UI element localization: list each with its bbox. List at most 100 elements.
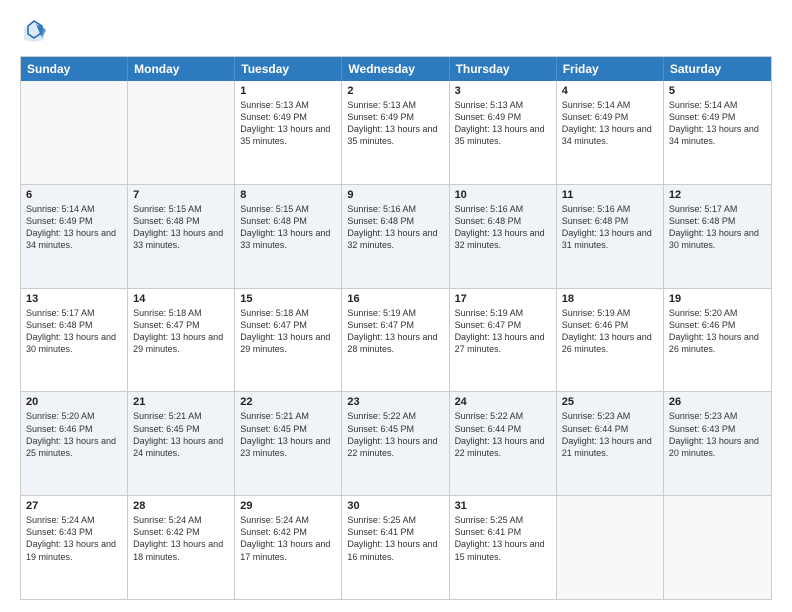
day-number: 4 — [562, 85, 658, 97]
calendar-cell-3-4: 24 Sunrise: 5:22 AM Sunset: 6:44 PM Dayli… — [450, 392, 557, 495]
cell-info: Sunrise: 5:24 AM Sunset: 6:42 PM Dayligh… — [133, 514, 229, 563]
calendar-row-0: 1 Sunrise: 5:13 AM Sunset: 6:49 PM Daylig… — [21, 81, 771, 184]
header-day-thursday: Thursday — [450, 57, 557, 81]
calendar-cell-2-1: 14 Sunrise: 5:18 AM Sunset: 6:47 PM Dayli… — [128, 289, 235, 392]
cell-info: Sunrise: 5:14 AM Sunset: 6:49 PM Dayligh… — [26, 203, 122, 252]
day-number: 7 — [133, 189, 229, 201]
day-number: 19 — [669, 293, 766, 305]
calendar-cell-3-5: 25 Sunrise: 5:23 AM Sunset: 6:44 PM Dayli… — [557, 392, 664, 495]
calendar-cell-1-6: 12 Sunrise: 5:17 AM Sunset: 6:48 PM Dayli… — [664, 185, 771, 288]
cell-info: Sunrise: 5:21 AM Sunset: 6:45 PM Dayligh… — [133, 410, 229, 459]
calendar-cell-3-3: 23Sunrise: 5:22 AM Sunset: 6:45 PM Dayli… — [342, 392, 449, 495]
cell-info: Sunrise: 5:19 AM Sunset: 6:47 PM Dayligh… — [347, 307, 443, 356]
cell-info: Sunrise: 5:18 AM Sunset: 6:47 PM Dayligh… — [133, 307, 229, 356]
calendar-cell-2-5: 18Sunrise: 5:19 AM Sunset: 6:46 PM Dayli… — [557, 289, 664, 392]
day-number: 24 — [455, 396, 551, 408]
day-number: 2 — [347, 85, 443, 97]
page: SundayMondayTuesdayWednesdayThursdayFrid… — [0, 0, 792, 612]
day-number: 31 — [455, 500, 551, 512]
calendar-cell-0-0 — [21, 81, 128, 184]
calendar-cell-0-1 — [128, 81, 235, 184]
day-number: 23 — [347, 396, 443, 408]
cell-info: Sunrise: 5:16 AM Sunset: 6:48 PM Dayligh… — [455, 203, 551, 252]
cell-info: Sunrise: 5:13 AM Sunset: 6:49 PM Dayligh… — [240, 99, 336, 148]
calendar-body: 1 Sunrise: 5:13 AM Sunset: 6:49 PM Daylig… — [21, 81, 771, 599]
calendar-cell-1-4: 10 Sunrise: 5:16 AM Sunset: 6:48 PM Dayli… — [450, 185, 557, 288]
calendar-cell-4-3: 30Sunrise: 5:25 AM Sunset: 6:41 PM Dayli… — [342, 496, 449, 599]
day-number: 25 — [562, 396, 658, 408]
header-day-tuesday: Tuesday — [235, 57, 342, 81]
calendar-cell-0-6: 5 Sunrise: 5:14 AM Sunset: 6:49 PM Daylig… — [664, 81, 771, 184]
day-number: 26 — [669, 396, 766, 408]
cell-info: Sunrise: 5:17 AM Sunset: 6:48 PM Dayligh… — [26, 307, 122, 356]
day-number: 17 — [455, 293, 551, 305]
day-number: 1 — [240, 85, 336, 97]
cell-info: Sunrise: 5:24 AM Sunset: 6:42 PM Dayligh… — [240, 514, 336, 563]
cell-info: Sunrise: 5:14 AM Sunset: 6:49 PM Dayligh… — [562, 99, 658, 148]
day-number: 9 — [347, 189, 443, 201]
cell-info: Sunrise: 5:16 AM Sunset: 6:48 PM Dayligh… — [562, 203, 658, 252]
day-number: 11 — [562, 189, 658, 201]
calendar-cell-3-6: 26 Sunrise: 5:23 AM Sunset: 6:43 PM Dayli… — [664, 392, 771, 495]
calendar-cell-4-1: 28Sunrise: 5:24 AM Sunset: 6:42 PM Dayli… — [128, 496, 235, 599]
calendar-cell-3-2: 22 Sunrise: 5:21 AM Sunset: 6:45 PM Dayli… — [235, 392, 342, 495]
day-number: 18 — [562, 293, 658, 305]
cell-info: Sunrise: 5:13 AM Sunset: 6:49 PM Dayligh… — [347, 99, 443, 148]
header-day-sunday: Sunday — [21, 57, 128, 81]
day-number: 3 — [455, 85, 551, 97]
day-number: 27 — [26, 500, 122, 512]
logo — [20, 18, 52, 46]
calendar-cell-1-3: 9Sunrise: 5:16 AM Sunset: 6:48 PM Daylig… — [342, 185, 449, 288]
header-day-monday: Monday — [128, 57, 235, 81]
cell-info: Sunrise: 5:19 AM Sunset: 6:47 PM Dayligh… — [455, 307, 551, 356]
cell-info: Sunrise: 5:25 AM Sunset: 6:41 PM Dayligh… — [455, 514, 551, 563]
calendar-cell-4-4: 31 Sunrise: 5:25 AM Sunset: 6:41 PM Dayli… — [450, 496, 557, 599]
cell-info: Sunrise: 5:20 AM Sunset: 6:46 PM Dayligh… — [26, 410, 122, 459]
cell-info: Sunrise: 5:20 AM Sunset: 6:46 PM Dayligh… — [669, 307, 766, 356]
cell-info: Sunrise: 5:22 AM Sunset: 6:44 PM Dayligh… — [455, 410, 551, 459]
cell-info: Sunrise: 5:17 AM Sunset: 6:48 PM Dayligh… — [669, 203, 766, 252]
day-number: 13 — [26, 293, 122, 305]
calendar-cell-1-1: 7 Sunrise: 5:15 AM Sunset: 6:48 PM Daylig… — [128, 185, 235, 288]
cell-info: Sunrise: 5:21 AM Sunset: 6:45 PM Dayligh… — [240, 410, 336, 459]
cell-info: Sunrise: 5:15 AM Sunset: 6:48 PM Dayligh… — [133, 203, 229, 252]
day-number: 10 — [455, 189, 551, 201]
calendar-cell-0-5: 4 Sunrise: 5:14 AM Sunset: 6:49 PM Daylig… — [557, 81, 664, 184]
calendar-cell-2-0: 13 Sunrise: 5:17 AM Sunset: 6:48 PM Dayli… — [21, 289, 128, 392]
calendar-header: SundayMondayTuesdayWednesdayThursdayFrid… — [21, 57, 771, 81]
calendar-cell-4-6 — [664, 496, 771, 599]
cell-info: Sunrise: 5:13 AM Sunset: 6:49 PM Dayligh… — [455, 99, 551, 148]
cell-info: Sunrise: 5:23 AM Sunset: 6:43 PM Dayligh… — [669, 410, 766, 459]
calendar-row-2: 13 Sunrise: 5:17 AM Sunset: 6:48 PM Dayli… — [21, 288, 771, 392]
cell-info: Sunrise: 5:14 AM Sunset: 6:49 PM Dayligh… — [669, 99, 766, 148]
calendar-row-4: 27Sunrise: 5:24 AM Sunset: 6:43 PM Dayli… — [21, 495, 771, 599]
cell-info: Sunrise: 5:18 AM Sunset: 6:47 PM Dayligh… — [240, 307, 336, 356]
header-day-saturday: Saturday — [664, 57, 771, 81]
calendar: SundayMondayTuesdayWednesdayThursdayFrid… — [20, 56, 772, 600]
day-number: 5 — [669, 85, 766, 97]
day-number: 21 — [133, 396, 229, 408]
day-number: 16 — [347, 293, 443, 305]
day-number: 22 — [240, 396, 336, 408]
day-number: 8 — [240, 189, 336, 201]
calendar-cell-3-0: 20 Sunrise: 5:20 AM Sunset: 6:46 PM Dayli… — [21, 392, 128, 495]
day-number: 29 — [240, 500, 336, 512]
calendar-row-3: 20 Sunrise: 5:20 AM Sunset: 6:46 PM Dayli… — [21, 391, 771, 495]
cell-info: Sunrise: 5:23 AM Sunset: 6:44 PM Dayligh… — [562, 410, 658, 459]
calendar-cell-4-0: 27Sunrise: 5:24 AM Sunset: 6:43 PM Dayli… — [21, 496, 128, 599]
calendar-cell-1-2: 8Sunrise: 5:15 AM Sunset: 6:48 PM Daylig… — [235, 185, 342, 288]
calendar-cell-1-5: 11 Sunrise: 5:16 AM Sunset: 6:48 PM Dayli… — [557, 185, 664, 288]
calendar-cell-2-3: 16 Sunrise: 5:19 AM Sunset: 6:47 PM Dayli… — [342, 289, 449, 392]
calendar-cell-1-0: 6 Sunrise: 5:14 AM Sunset: 6:49 PM Daylig… — [21, 185, 128, 288]
calendar-cell-3-1: 21 Sunrise: 5:21 AM Sunset: 6:45 PM Dayli… — [128, 392, 235, 495]
calendar-cell-0-4: 3 Sunrise: 5:13 AM Sunset: 6:49 PM Daylig… — [450, 81, 557, 184]
day-number: 12 — [669, 189, 766, 201]
day-number: 20 — [26, 396, 122, 408]
calendar-row-1: 6 Sunrise: 5:14 AM Sunset: 6:49 PM Daylig… — [21, 184, 771, 288]
header — [20, 18, 772, 46]
day-number: 14 — [133, 293, 229, 305]
day-number: 15 — [240, 293, 336, 305]
day-number: 6 — [26, 189, 122, 201]
calendar-cell-0-2: 1 Sunrise: 5:13 AM Sunset: 6:49 PM Daylig… — [235, 81, 342, 184]
calendar-cell-0-3: 2 Sunrise: 5:13 AM Sunset: 6:49 PM Daylig… — [342, 81, 449, 184]
